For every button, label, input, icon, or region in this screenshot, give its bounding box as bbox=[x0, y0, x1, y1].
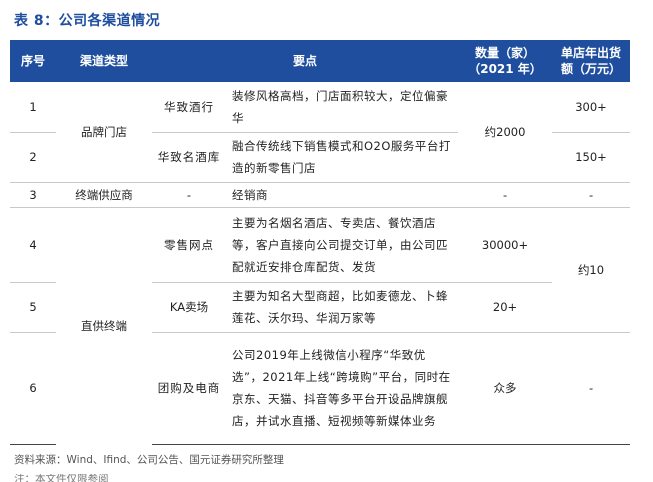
cell-count: 30000+ bbox=[458, 207, 553, 283]
cell-channel-type: 终端供应商 bbox=[56, 182, 152, 208]
cell-sub-channel: 零售网点 bbox=[152, 207, 226, 283]
cell-points: 装修风格高档，门店面积较大，定位偏豪华 bbox=[226, 82, 459, 133]
table-title: 表 8：公司各渠道情况 bbox=[14, 13, 161, 29]
cell-points: 主要为名烟名酒店、专卖店、餐饮酒店等，客户直接向公司提交订单，由公司匹配就近安排… bbox=[226, 207, 459, 283]
cell-sub-channel: KA卖场 bbox=[152, 282, 226, 333]
cell-avg: 300+ bbox=[552, 82, 631, 133]
table-row: 3 终端供应商 - 经销商 - - bbox=[10, 182, 631, 208]
header-count: 数量（家） （2021 年） bbox=[458, 40, 553, 82]
cell-seq: 1 bbox=[10, 82, 56, 133]
cell-sub-channel: 华致酒行 bbox=[152, 82, 226, 133]
header-row: 序号 渠道类型 要点 数量（家） （2021 年） 单店年出货 额（万元） bbox=[10, 40, 631, 82]
source-note: 资料来源：Wind、Ifind、公司公告、国元证券研究所整理 bbox=[14, 454, 284, 466]
channel-table: 序号 渠道类型 要点 数量（家） （2021 年） 单店年出货 额（万元） 1 品牌… bbox=[10, 40, 631, 445]
cell-avg: 150+ bbox=[552, 132, 631, 183]
cell-points: 主要为知名大型商超，比如麦德龙、卜蜂莲花、沃尔玛、华润万家等 bbox=[226, 282, 459, 333]
cell-count: 约2000 bbox=[458, 82, 553, 183]
cell-avg: - bbox=[552, 332, 631, 445]
table-row: 1 品牌门店 华致酒行 装修风格高档，门店面积较大，定位偏豪华 约2000 30… bbox=[10, 82, 631, 183]
footnote-cut: 注：本文件仅限参阅 bbox=[14, 474, 109, 482]
cell-count: 20+ bbox=[458, 282, 553, 333]
cell-seq: 6 bbox=[10, 332, 56, 445]
table-row: 4 直供终端 零售网点 主要为名烟名酒店、专卖店、餐饮酒店等，客户直接向公司提交… bbox=[10, 207, 631, 333]
cell-avg: 约10 bbox=[552, 207, 631, 333]
cell-sub-channel: 团购及电商 bbox=[152, 332, 226, 445]
cell-seq: 2 bbox=[10, 132, 56, 183]
cell-points: 融合传统线下销售模式和O2O服务平台打造的新零售门店 bbox=[226, 132, 459, 183]
cell-seq: 5 bbox=[10, 282, 56, 333]
header-seq: 序号 bbox=[10, 40, 56, 82]
header-channel-type: 渠道类型 bbox=[56, 40, 152, 82]
cell-seq: 4 bbox=[10, 207, 56, 283]
cell-points: 经销商 bbox=[226, 182, 459, 208]
cell-seq: 3 bbox=[10, 182, 56, 208]
cell-sub-channel: - bbox=[152, 182, 226, 208]
cell-channel-type: 直供终端 bbox=[81, 318, 127, 333]
cell-count: - bbox=[458, 182, 553, 208]
cell-avg: - bbox=[552, 182, 631, 208]
header-points: 要点 bbox=[152, 40, 459, 82]
cell-points: 公司2019年上线微信小程序“华致优选”，2021年上线“跨境购”平台，同时在京… bbox=[226, 332, 459, 445]
cell-sub-channel: 华致名酒库 bbox=[152, 132, 226, 183]
cell-channel-type: 品牌门店 bbox=[56, 82, 152, 183]
header-avg: 单店年出货 额（万元） bbox=[552, 40, 631, 82]
cell-count: 众多 bbox=[458, 332, 553, 445]
